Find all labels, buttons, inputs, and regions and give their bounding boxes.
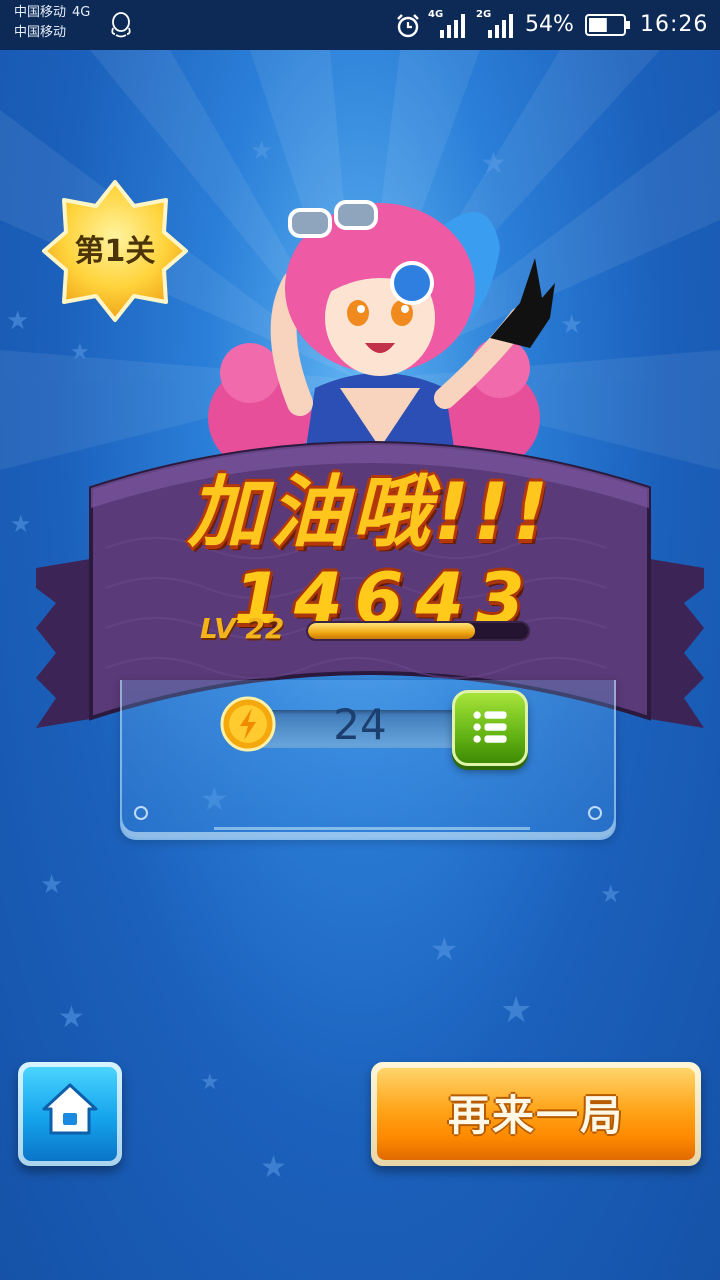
level-label: 第1关 xyxy=(74,234,156,269)
xp-progress-fill xyxy=(308,623,476,639)
sim1-network-label: 4G xyxy=(428,9,444,20)
alarm-icon xyxy=(397,14,419,38)
background-star: ★ xyxy=(250,136,274,166)
status-bar: 中国移动 4G 中国移动 4G 2G 54% 16:26 xyxy=(0,0,720,50)
battery-icon xyxy=(585,14,630,36)
background-star: ★ xyxy=(500,990,533,1031)
carrier-1: 中国移动 4G xyxy=(14,6,90,20)
xp-progress-bar xyxy=(306,621,530,641)
clock: 16:26 xyxy=(640,12,709,37)
signal-icon-sim2: 2G xyxy=(476,9,518,40)
home-button[interactable] xyxy=(18,1062,122,1166)
signal-icon-sim1: 4G xyxy=(428,9,470,40)
carrier-1-network: 4G xyxy=(72,5,91,20)
battery-percent: 54% xyxy=(525,12,574,37)
game-result-screen: ★ ★ ★ ★ ★ ★ ★ ★ ★ ★ ★ ★ ★ ★ 第1关 xyxy=(0,50,720,1280)
sim2-network-label: 2G xyxy=(476,9,492,20)
carrier-2: 中国移动 xyxy=(14,25,67,40)
replay-button-label: 再来一局 xyxy=(447,1091,624,1140)
background-star: ★ xyxy=(6,306,30,336)
panel-rivet xyxy=(134,806,148,820)
background-star: ★ xyxy=(260,1150,287,1185)
background-star: ★ xyxy=(10,510,32,538)
home-button-face xyxy=(23,1067,117,1161)
background-star: ★ xyxy=(480,146,507,181)
background-star: ★ xyxy=(40,870,64,900)
qq-icon xyxy=(111,12,131,38)
coin-count: 24 xyxy=(333,700,387,749)
replay-button[interactable]: 再来一局 xyxy=(371,1062,701,1166)
list-button[interactable] xyxy=(452,690,528,766)
list-icon xyxy=(473,711,507,743)
gold-coin-icon xyxy=(220,696,276,752)
panel-rivet xyxy=(588,806,602,820)
replay-button-face: 再来一局 xyxy=(377,1068,695,1160)
cheer-text: 加油哦!!! xyxy=(187,468,553,558)
background-star: ★ xyxy=(200,1070,220,1095)
background-star: ★ xyxy=(58,1000,85,1035)
player-level-label: LV 22 xyxy=(200,612,285,645)
background-star: ★ xyxy=(600,880,622,908)
home-icon xyxy=(42,1083,98,1135)
background-star: ★ xyxy=(430,930,459,968)
panel-divider xyxy=(214,827,530,830)
carrier-1-name: 中国移动 xyxy=(14,5,67,20)
background-star: ★ xyxy=(70,340,90,365)
